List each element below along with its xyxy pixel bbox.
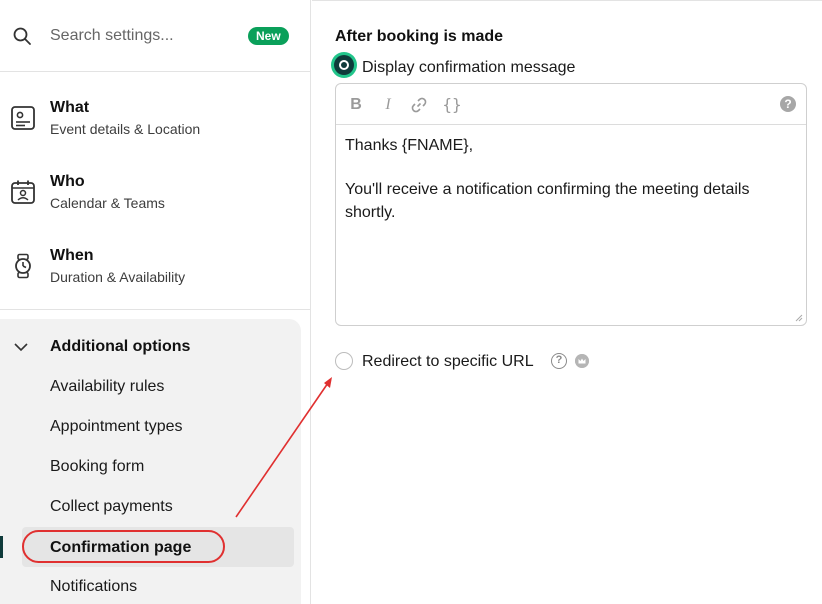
sidebar-item-collect-payments[interactable]: Collect payments xyxy=(50,497,173,517)
sidebar-item-notifications[interactable]: Notifications xyxy=(50,577,137,597)
radio-display-message[interactable] xyxy=(334,55,354,75)
radio-redirect-url-label[interactable]: Redirect to specific URL xyxy=(362,352,534,372)
nav-item-what[interactable]: What Event details & Location xyxy=(0,89,310,151)
annotation-circle xyxy=(22,530,225,563)
nav-subtitle: Event details & Location xyxy=(50,121,201,137)
bold-button[interactable]: B xyxy=(346,95,366,115)
calendar-icon xyxy=(11,180,35,204)
radio-display-message-label[interactable]: Display confirmation message xyxy=(362,58,575,78)
chevron-down-icon[interactable] xyxy=(14,340,28,354)
italic-button[interactable]: I xyxy=(378,95,398,115)
nav-item-who[interactable]: Who Calendar & Teams xyxy=(0,163,310,225)
nav-item-when[interactable]: When Duration & Availability xyxy=(0,237,310,299)
nav-subtitle: Calendar & Teams xyxy=(50,195,165,211)
resize-handle-icon[interactable] xyxy=(795,314,803,322)
settings-sidebar: Search settings... New What Event detail… xyxy=(0,0,311,604)
event-details-icon xyxy=(11,106,35,130)
radio-redirect-url[interactable] xyxy=(335,352,353,370)
watch-icon xyxy=(15,253,31,279)
crown-icon xyxy=(575,354,589,368)
section-title: After booking is made xyxy=(335,28,504,45)
insert-variable-button[interactable]: {} xyxy=(442,95,462,115)
message-editor[interactable]: B I {} ? Thanks {FNAME}, You'll receive … xyxy=(335,83,807,326)
new-badge: New xyxy=(248,27,289,45)
nav-title: What xyxy=(50,99,90,116)
link-icon[interactable] xyxy=(410,96,428,114)
editor-line: You'll receive a notification confirming… xyxy=(345,181,750,221)
nav-title: Who xyxy=(50,173,85,190)
search-icon xyxy=(13,27,31,45)
help-icon[interactable]: ? xyxy=(780,96,796,112)
nav-title: When xyxy=(50,247,94,264)
search-settings[interactable]: Search settings... New xyxy=(0,0,310,72)
confirmation-settings-panel: After booking is made Display confirmati… xyxy=(312,0,822,604)
sidebar-divider xyxy=(0,309,310,310)
editor-content[interactable]: Thanks {FNAME}, You'll receive a notific… xyxy=(345,134,797,224)
search-input[interactable]: Search settings... xyxy=(50,26,174,46)
sidebar-item-availability-rules[interactable]: Availability rules xyxy=(50,377,164,397)
sidebar-item-booking-form[interactable]: Booking form xyxy=(50,457,144,477)
additional-options-section: Additional options Availability rules Ap… xyxy=(0,319,301,604)
sidebar-item-appointment-types[interactable]: Appointment types xyxy=(50,417,183,437)
active-indicator xyxy=(0,536,3,558)
editor-line: Thanks {FNAME}, xyxy=(345,137,474,154)
additional-options-toggle[interactable]: Additional options xyxy=(50,337,190,357)
nav-subtitle: Duration & Availability xyxy=(50,269,186,285)
question-icon[interactable]: ? xyxy=(551,353,567,369)
editor-toolbar: B I {} ? xyxy=(336,84,806,125)
